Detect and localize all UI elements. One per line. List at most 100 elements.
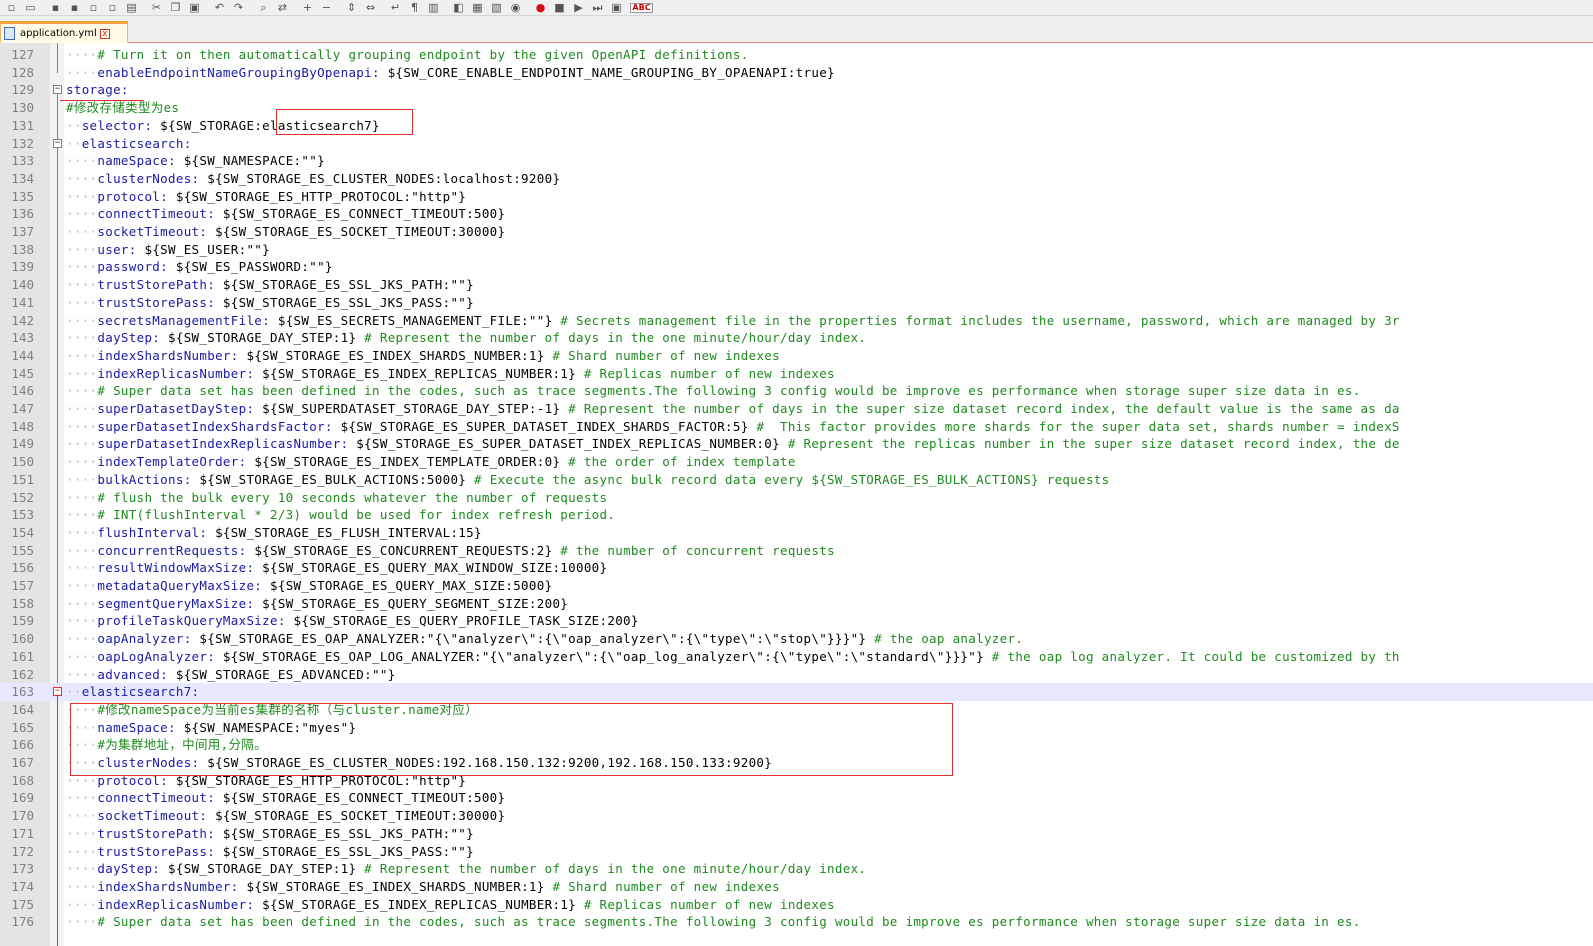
folder-workspace-icon[interactable]: ▧ bbox=[487, 0, 506, 15]
line-number: 163 bbox=[11, 684, 34, 700]
show-all-chars-icon[interactable]: ¶ bbox=[405, 0, 424, 15]
yaml-key: concurrentRequests: bbox=[97, 542, 247, 558]
code-line[interactable]: 139 ····password: ${SW_ES_PASSWORD:""} bbox=[0, 258, 1593, 276]
code-line[interactable]: 142 ····secretsManagementFile: ${SW_ES_SE… bbox=[0, 312, 1593, 330]
code-text: ····oapLogAnalyzer: ${SW_STORAGE_ES_OAP_… bbox=[66, 648, 1400, 666]
code-editor[interactable]: 127 ····# Turn it on then automatically g… bbox=[0, 43, 1593, 946]
code-line[interactable]: 169 ····connectTimeout: ${SW_STORAGE_ES_C… bbox=[0, 789, 1593, 807]
code-line[interactable]: 127 ····# Turn it on then automatically g… bbox=[0, 46, 1593, 64]
code-line[interactable]: 132 ··elasticsearch: bbox=[0, 135, 1593, 153]
indent-guide-icon[interactable]: ▥ bbox=[424, 0, 443, 15]
yaml-comment: # the oap log analyzer. It could be cust… bbox=[983, 648, 1400, 664]
code-line[interactable]: 150 ····indexTemplateOrder: ${SW_STORAGE_… bbox=[0, 453, 1593, 471]
tab-application-yml[interactable]: application.yml x bbox=[0, 21, 128, 43]
run-macro-multiple-icon[interactable]: ⏭ bbox=[588, 0, 607, 15]
paste-icon[interactable]: ▣ bbox=[185, 0, 204, 15]
code-line[interactable]: 145 ····indexReplicasNumber: ${SW_STORAGE… bbox=[0, 365, 1593, 383]
code-line[interactable]: 147 ····superDatasetDayStep: ${SW_SUPERDA… bbox=[0, 400, 1593, 418]
code-line[interactable]: 176 ····# Super data set has been defined… bbox=[0, 913, 1593, 931]
close-tab-icon[interactable]: x bbox=[99, 28, 110, 39]
open-file-icon[interactable]: ▭ bbox=[21, 0, 40, 15]
code-line[interactable]: 175 ····indexReplicasNumber: ${SW_STORAGE… bbox=[0, 896, 1593, 914]
code-line[interactable]: 172 ····trustStorePass: ${SW_STORAGE_ES_S… bbox=[0, 843, 1593, 861]
code-line[interactable]: 170 ····socketTimeout: ${SW_STORAGE_ES_SO… bbox=[0, 807, 1593, 825]
save-macro-icon[interactable]: ▣ bbox=[607, 0, 626, 15]
yaml-value: ${SW_STORAGE_DAY_STEP:1} bbox=[160, 861, 357, 877]
code-line[interactable]: 160 ····oapAnalyzer: ${SW_STORAGE_ES_OAP_… bbox=[0, 630, 1593, 648]
indent-dots: ···· bbox=[66, 489, 98, 505]
code-line[interactable]: 130 #修改存储类型为es bbox=[0, 99, 1593, 117]
yaml-key: oapLogAnalyzer: bbox=[97, 648, 216, 664]
fold-toggle-icon[interactable]: − bbox=[53, 687, 62, 697]
code-line[interactable]: 136 ····connectTimeout: ${SW_STORAGE_ES_C… bbox=[0, 205, 1593, 223]
code-line[interactable]: 156 ····resultWindowMaxSize: ${SW_STORAGE… bbox=[0, 559, 1593, 577]
code-line[interactable]: 163 ··elasticsearch7: bbox=[0, 683, 1593, 701]
yaml-comment: # Replicas number of new indexes bbox=[575, 896, 835, 912]
code-line[interactable]: 148 ····superDatasetIndexShardsFactor: ${… bbox=[0, 418, 1593, 436]
sync-horizontal-icon[interactable]: ⇔ bbox=[361, 0, 380, 15]
line-number: 141 bbox=[11, 294, 34, 310]
close-icon[interactable]: ▫ bbox=[84, 0, 103, 15]
code-line[interactable]: 159 ····profileTaskQueryMaxSize: ${SW_STO… bbox=[0, 612, 1593, 630]
code-line[interactable]: 153 ····# INT(flushInterval * 2/3) would … bbox=[0, 506, 1593, 524]
copy-icon[interactable]: ❐ bbox=[166, 0, 185, 15]
code-line[interactable]: 141 ····trustStorePass: ${SW_STORAGE_ES_S… bbox=[0, 294, 1593, 312]
cut-icon[interactable]: ✂ bbox=[147, 0, 166, 15]
zoom-out-icon[interactable]: − bbox=[317, 0, 336, 15]
play-macro-icon[interactable]: ▶ bbox=[569, 0, 588, 15]
code-line[interactable]: 174 ····indexShardsNumber: ${SW_STORAGE_E… bbox=[0, 878, 1593, 896]
close-all-icon[interactable]: ▫ bbox=[103, 0, 122, 15]
code-line[interactable]: 161 ····oapLogAnalyzer: ${SW_STORAGE_ES_O… bbox=[0, 648, 1593, 666]
code-line[interactable]: 149 ····superDatasetIndexReplicasNumber: … bbox=[0, 435, 1593, 453]
new-file-icon[interactable]: ▫ bbox=[2, 0, 21, 15]
print-icon[interactable]: ▤ bbox=[122, 0, 141, 15]
code-line[interactable]: 137 ····socketTimeout: ${SW_STORAGE_ES_SO… bbox=[0, 223, 1593, 241]
undo-icon[interactable]: ↶ bbox=[210, 0, 229, 15]
code-line[interactable]: 155 ····concurrentRequests: ${SW_STORAGE_… bbox=[0, 542, 1593, 560]
code-line[interactable]: 158 ····segmentQueryMaxSize: ${SW_STORAGE… bbox=[0, 595, 1593, 613]
code-line[interactable]: 131 ··selector: ${SW_STORAGE:elasticsearc… bbox=[0, 117, 1593, 135]
indent-dots: ···· bbox=[66, 914, 98, 930]
find-icon[interactable]: ⌕ bbox=[254, 0, 273, 15]
stop-macro-icon[interactable]: ■ bbox=[550, 0, 569, 15]
code-line[interactable]: 171 ····trustStorePath: ${SW_STORAGE_ES_S… bbox=[0, 825, 1593, 843]
monitoring-icon[interactable]: ◉ bbox=[506, 0, 525, 15]
word-wrap-icon[interactable]: ↵ bbox=[386, 0, 405, 15]
record-macro-icon[interactable]: ● bbox=[531, 0, 550, 15]
code-text: ····secretsManagementFile: ${SW_ES_SECRE… bbox=[66, 312, 1400, 330]
zoom-in-icon[interactable]: + bbox=[298, 0, 317, 15]
toolbar: ▫ ▭ ▪ ▪ ▫ ▫ ▤ ✂ ❐ ▣ ↶ ↷ ⌕ ⇄ + − ⇕ ⇔ ↵ ¶ ▥ ◧ ▦ ▧ ◉ ● ■ ▶ ⏭ ▣ ABC bbox=[0, 0, 1593, 16]
save-icon[interactable]: ▪ bbox=[46, 0, 65, 15]
code-line[interactable]: 143 ····dayStep: ${SW_STORAGE_DAY_STEP:1}… bbox=[0, 329, 1593, 347]
indent-dots: ···· bbox=[66, 471, 98, 487]
save-all-icon[interactable]: ▪ bbox=[65, 0, 84, 15]
user-language-icon[interactable]: ◧ bbox=[449, 0, 468, 15]
code-line[interactable]: 152 ····# flush the bulk every 10 seconds… bbox=[0, 489, 1593, 507]
code-line[interactable]: 162 ····advanced: ${SW_STORAGE_ES_ADVANCE… bbox=[0, 666, 1593, 684]
indent-dots: ···· bbox=[66, 454, 98, 470]
sync-vertical-icon[interactable]: ⇕ bbox=[342, 0, 361, 15]
fold-toggle-icon[interactable]: − bbox=[53, 138, 62, 148]
code-line[interactable]: 144 ····indexShardsNumber: ${SW_STORAGE_E… bbox=[0, 347, 1593, 365]
code-line[interactable]: 133 ····nameSpace: ${SW_NAMESPACE:""} bbox=[0, 152, 1593, 170]
code-line[interactable]: 135 ····protocol: ${SW_STORAGE_ES_HTTP_PR… bbox=[0, 188, 1593, 206]
yaml-value: ${SW_STORAGE_ES_CONNECT_TIMEOUT:500} bbox=[215, 790, 506, 806]
function-list-icon[interactable]: ▦ bbox=[468, 0, 487, 15]
code-line[interactable]: 138 ····user: ${SW_ES_USER:""} bbox=[0, 241, 1593, 259]
code-line[interactable]: 151 ····bulkActions: ${SW_STORAGE_ES_BULK… bbox=[0, 471, 1593, 489]
code-line[interactable]: 129 storage: bbox=[0, 81, 1593, 99]
replace-icon[interactable]: ⇄ bbox=[273, 0, 292, 15]
code-text: ····indexShardsNumber: ${SW_STORAGE_ES_I… bbox=[66, 347, 780, 365]
code-line[interactable]: 134 ····clusterNodes: ${SW_STORAGE_ES_CLU… bbox=[0, 170, 1593, 188]
code-line[interactable]: 146 ····# Super data set has been defined… bbox=[0, 382, 1593, 400]
code-line[interactable]: 128 ····enableEndpointNameGroupingByOpena… bbox=[0, 64, 1593, 82]
code-line[interactable]: 154 ····flushInterval: ${SW_STORAGE_ES_FL… bbox=[0, 524, 1593, 542]
code-text: ····trustStorePath: ${SW_STORAGE_ES_SSL_… bbox=[66, 825, 474, 843]
code-line[interactable]: 140 ····trustStorePath: ${SW_STORAGE_ES_S… bbox=[0, 276, 1593, 294]
indent-dots: ···· bbox=[66, 330, 98, 346]
code-line[interactable]: 157 ····metadataQueryMaxSize: ${SW_STORAG… bbox=[0, 577, 1593, 595]
spell-check-icon[interactable]: ABC bbox=[630, 0, 653, 15]
code-line[interactable]: 173 ····dayStep: ${SW_STORAGE_DAY_STEP:1}… bbox=[0, 860, 1593, 878]
fold-toggle-icon[interactable]: − bbox=[53, 85, 62, 95]
redo-icon[interactable]: ↷ bbox=[229, 0, 248, 15]
